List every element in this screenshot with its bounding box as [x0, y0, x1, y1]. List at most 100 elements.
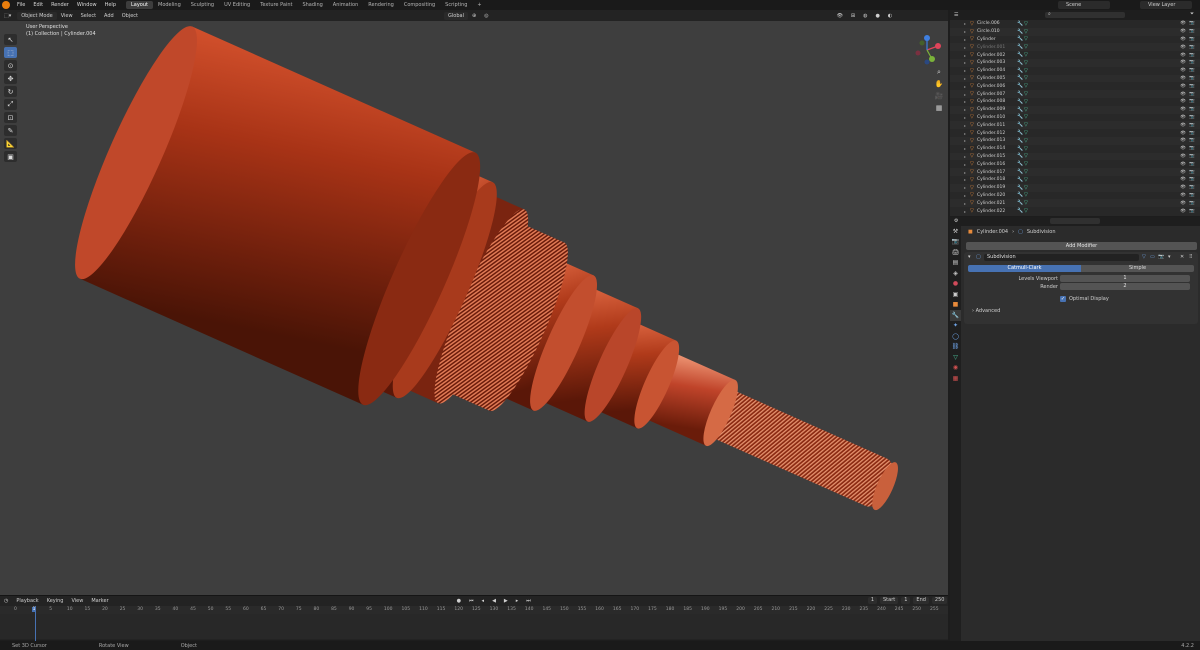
render-camera-icon[interactable]: 📷 [1189, 193, 1195, 198]
outliner-row[interactable]: ▸ ▽ Cylinder 🔧 ▽ 👁 📷 [950, 36, 1200, 44]
outliner-row[interactable]: ▸ ▽ Cylinder.018 🔧 ▽ 👁 📷 [950, 176, 1200, 184]
menu-file[interactable]: File [13, 2, 29, 8]
render-camera-icon[interactable]: 📷 [1189, 115, 1195, 120]
collection-tab-icon[interactable]: ▣ [950, 289, 961, 300]
3d-viewport[interactable]: ⬚▾ Object Mode View Select Add Object Gl… [0, 10, 948, 595]
visibility-eye-icon[interactable]: 👁 [1180, 107, 1186, 112]
add-workspace-button[interactable]: + [472, 1, 486, 9]
object-tab-icon[interactable]: ■ [950, 300, 961, 311]
drag-handle-icon[interactable]: ⠿ [1189, 254, 1193, 260]
tab-compositing[interactable]: Compositing [399, 1, 440, 9]
render-camera-icon[interactable]: 📷 [1189, 107, 1195, 112]
render-camera-icon[interactable]: 📷 [1189, 154, 1195, 159]
outliner-row[interactable]: ▸ ▽ Cylinder.021 🔧 ▽ 👁 📷 [950, 199, 1200, 208]
visibility-eye-icon[interactable]: 👁 [1180, 29, 1186, 34]
playhead[interactable] [35, 606, 36, 641]
visibility-eye-icon[interactable]: 👁 [1180, 154, 1186, 159]
outliner-row[interactable]: ▸ ▽ Cylinder.011 🔧 ▽ 👁 📷 [950, 121, 1200, 130]
record-icon[interactable]: ● [453, 598, 465, 604]
tab-shading[interactable]: Shading [297, 1, 327, 9]
render-camera-icon[interactable]: 📷 [1189, 99, 1195, 104]
outliner-row[interactable]: ▸ ▽ Cylinder.020 🔧 ▽ 👁 📷 [950, 192, 1200, 200]
gizmo-toggle-icon[interactable]: ⊞ [847, 13, 859, 19]
visibility-eye-icon[interactable]: 👁 [1180, 170, 1186, 175]
outliner-editor-icon[interactable]: ☰ [954, 12, 958, 18]
outliner-row[interactable]: ▸ ▽ Cylinder.009 🔧 ▽ 👁 📷 [950, 105, 1200, 114]
modifier-menu-chevron-icon[interactable]: ▾ [1168, 254, 1171, 260]
world-tab-icon[interactable]: ● [950, 279, 961, 290]
filter-icon[interactable]: ⏷ [1190, 11, 1194, 17]
physics-tab-icon[interactable]: ◯ [950, 331, 961, 342]
render-camera-icon[interactable]: 📷 [1189, 201, 1195, 206]
render-camera-icon[interactable]: 📷 [1189, 21, 1195, 26]
render-toggle-icon[interactable]: 📷 [1158, 254, 1164, 260]
render-camera-icon[interactable]: 📷 [1189, 162, 1195, 167]
render-camera-icon[interactable]: 📷 [1189, 53, 1195, 58]
outliner-row[interactable]: ▸ ▽ Cylinder.016 🔧 ▽ 👁 📷 [950, 160, 1200, 168]
render-camera-icon[interactable]: 📷 [1189, 76, 1195, 81]
outliner-row[interactable]: ▸ ▽ Cylinder.014 🔧 ▽ 👁 📷 [950, 145, 1200, 153]
visibility-eye-icon[interactable]: 👁 [1180, 92, 1186, 97]
outliner-row[interactable]: ▸ ▽ Cylinder.022 🔧 ▽ 👁 📷 [950, 207, 1200, 215]
next-key-icon[interactable]: ▸ [512, 598, 523, 604]
jump-start-icon[interactable]: ⏮ [465, 598, 478, 604]
menu-window[interactable]: Window [73, 2, 101, 8]
visibility-icon[interactable]: 👁 [833, 13, 847, 19]
render-camera-icon[interactable]: 📷 [1189, 146, 1195, 151]
particles-tab-icon[interactable]: ✦ [950, 321, 961, 332]
visibility-eye-icon[interactable]: 👁 [1180, 138, 1186, 143]
outliner-row[interactable]: ▸ ▽ Cylinder.006 🔧 ▽ 👁 📷 [950, 82, 1200, 90]
tab-modeling[interactable]: Modeling [153, 1, 186, 9]
pan-hand-icon[interactable]: ✋ [934, 80, 944, 90]
tab-scripting[interactable]: Scripting [440, 1, 472, 9]
outliner-row[interactable]: ▸ ▽ Cylinder.010 🔧 ▽ 👁 📷 [950, 114, 1200, 122]
tab-rendering[interactable]: Rendering [363, 1, 399, 9]
visibility-eye-icon[interactable]: 👁 [1180, 76, 1186, 81]
tool-tab-icon[interactable]: ⚒ [950, 226, 961, 237]
zoom-icon[interactable]: ⌕ [934, 68, 944, 78]
tab-texture-paint[interactable]: Texture Paint [255, 1, 297, 9]
menu-view[interactable]: View [57, 13, 77, 19]
menu-add[interactable]: Add [100, 13, 118, 19]
properties-search-input[interactable] [1050, 218, 1100, 224]
visibility-eye-icon[interactable]: 👁 [1180, 115, 1186, 120]
visibility-eye-icon[interactable]: 👁 [1180, 185, 1186, 190]
play-reverse-icon[interactable]: ◀ [488, 598, 500, 604]
navigation-gizmo[interactable] [910, 33, 944, 67]
tab-animation[interactable]: Animation [328, 1, 364, 9]
visibility-eye-icon[interactable]: 👁 [1180, 201, 1186, 206]
tab-uv-editing[interactable]: UV Editing [219, 1, 255, 9]
annotate-tool-icon[interactable]: ✎ [4, 125, 17, 136]
outliner-row[interactable]: ▸ ▽ Cylinder.005 🔧 ▽ 👁 📷 [950, 74, 1200, 83]
end-frame-field[interactable]: 250 [931, 597, 948, 604]
shading-solid-icon[interactable]: ● [872, 13, 884, 19]
scene-selector[interactable]: Scene [1058, 1, 1110, 9]
timeline-ruler[interactable]: 0151015202530354045505560657075808590951… [0, 606, 948, 614]
timeline-editor-icon[interactable]: ◷ [0, 598, 12, 604]
realtime-toggle-icon[interactable]: ▭ [1150, 254, 1155, 260]
snap-icon[interactable]: ⊕ [468, 13, 480, 19]
render-camera-icon[interactable]: 📷 [1189, 170, 1195, 175]
render-camera-icon[interactable]: 📷 [1189, 84, 1195, 89]
visibility-eye-icon[interactable]: 👁 [1180, 193, 1186, 198]
proportional-edit-icon[interactable]: ◎ [480, 13, 492, 19]
render-camera-icon[interactable]: 📷 [1189, 138, 1195, 143]
menu-object[interactable]: Object [118, 13, 142, 19]
visibility-eye-icon[interactable]: 👁 [1180, 21, 1186, 26]
camera-view-icon[interactable]: 🎥 [934, 92, 944, 102]
outliner-row[interactable]: ▸ ▽ Cylinder.008 🔧 ▽ 👁 📷 [950, 98, 1200, 106]
render-camera-icon[interactable]: 📷 [1189, 185, 1195, 190]
visibility-eye-icon[interactable]: 👁 [1180, 99, 1186, 104]
remove-modifier-icon[interactable]: ✕ [1180, 254, 1184, 260]
scale-tool-icon[interactable]: ⤢ [4, 99, 17, 110]
optimal-display-checkbox[interactable]: ✓ [1060, 296, 1066, 302]
outliner-row[interactable]: ▸ ▽ Cylinder.015 🔧 ▽ 👁 📷 [950, 152, 1200, 161]
render-camera-icon[interactable]: 📷 [1189, 68, 1195, 73]
edit-mode-toggle-icon[interactable]: ▽ [1142, 254, 1146, 260]
transform-orientation-dropdown[interactable]: Global [444, 11, 468, 20]
tab-sculpting[interactable]: Sculpting [186, 1, 219, 9]
render-camera-icon[interactable]: 📷 [1189, 209, 1195, 214]
menu-render[interactable]: Render [47, 2, 73, 8]
menu-help[interactable]: Help [101, 2, 120, 8]
menu-playback[interactable]: Playback [12, 598, 42, 604]
